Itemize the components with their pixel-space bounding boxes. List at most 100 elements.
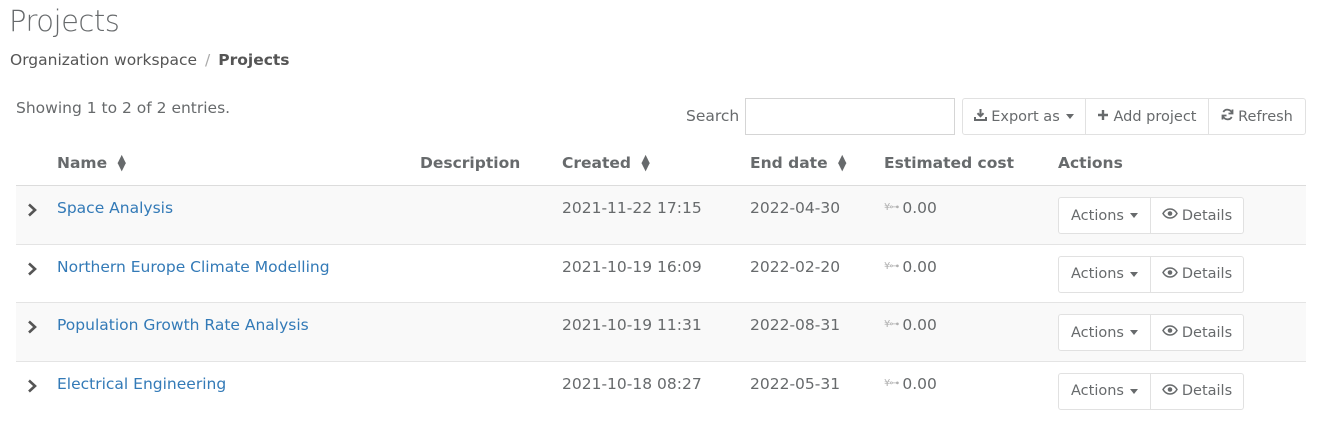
table-row: Electrical Engineering 2021-10-18 08:27 … xyxy=(16,362,1306,421)
project-cost-value: 0.00 xyxy=(902,374,937,393)
table-row: Northern Europe Climate Modelling 2021-1… xyxy=(16,245,1306,303)
chevron-right-icon xyxy=(26,378,38,394)
project-cost-value: 0.00 xyxy=(902,199,937,217)
caret-down-icon xyxy=(1065,114,1074,119)
actions-label: Actions xyxy=(1071,324,1124,341)
project-created-cell: 2021-10-19 11:31 xyxy=(562,316,702,334)
projects-table: Name ▲ ▼ Description Created ▲ ▼ End date … xyxy=(16,141,1306,420)
column-header-actions: Actions xyxy=(1058,154,1123,172)
actions-dropdown-button[interactable]: Actions xyxy=(1058,314,1151,351)
project-cost-cell: ¥⊶ 0.00 xyxy=(884,316,937,334)
expand-row-button[interactable] xyxy=(26,319,38,335)
column-header-description: Description xyxy=(420,154,520,172)
sort-icon: ▲ ▼ xyxy=(117,151,126,173)
expand-row-button[interactable] xyxy=(26,378,38,394)
chevron-right-icon xyxy=(26,202,38,218)
column-header-name-label: Name xyxy=(57,154,108,172)
project-name-cell: Population Growth Rate Analysis xyxy=(57,316,309,334)
currency-icon: ¥⊶ xyxy=(884,260,899,272)
column-header-created-label: Created xyxy=(562,154,632,172)
row-actions: Actions Details xyxy=(1058,314,1244,351)
breadcrumb-separator: / xyxy=(205,51,211,69)
details-label: Details xyxy=(1181,266,1233,282)
column-header-description-label: Description xyxy=(420,154,521,172)
sort-icon: ▲ ▼ xyxy=(838,151,847,173)
currency-icon: ¥⊶ xyxy=(884,377,899,389)
column-header-actions-label: Actions xyxy=(1058,154,1123,172)
chevron-right-icon xyxy=(26,261,38,277)
details-button[interactable]: Details xyxy=(1151,197,1244,234)
project-name-link[interactable]: Electrical Engineering xyxy=(57,375,226,393)
chevron-right-icon xyxy=(26,319,38,335)
actions-label: Actions xyxy=(1071,266,1124,282)
sort-icon: ▲ ▼ xyxy=(641,151,650,173)
project-name-link[interactable]: Space Analysis xyxy=(57,199,173,217)
actions-dropdown-button[interactable]: Actions xyxy=(1058,197,1151,234)
project-end-date-cell: 2022-08-31 xyxy=(750,316,841,334)
project-created-cell: 2021-10-18 08:27 xyxy=(562,374,702,393)
export-button[interactable]: Export as xyxy=(962,98,1086,135)
caret-down-icon xyxy=(1129,213,1138,218)
column-header-created[interactable]: Created ▲ ▼ xyxy=(562,151,650,173)
project-created-cell: 2021-10-19 16:09 xyxy=(562,257,702,276)
project-name-cell: Space Analysis xyxy=(57,199,173,217)
download-icon xyxy=(974,108,988,125)
toolbar: Export as Add project Refresh xyxy=(962,98,1306,135)
details-label: Details xyxy=(1181,207,1233,224)
breadcrumb: Organization workspace / Projects xyxy=(10,51,290,69)
project-end-date-cell: 2022-04-30 xyxy=(750,199,841,217)
add-project-button[interactable]: Add project xyxy=(1086,98,1209,135)
eye-icon xyxy=(1161,383,1178,399)
add-project-label: Add project xyxy=(1113,108,1197,125)
row-actions: Actions Details xyxy=(1058,197,1244,234)
search-input[interactable] xyxy=(745,98,955,135)
table-header: Name ▲ ▼ Description Created ▲ ▼ End date … xyxy=(16,141,1306,186)
project-name-link[interactable]: Northern Europe Climate Modelling xyxy=(57,258,330,276)
search-label: Search xyxy=(686,107,740,125)
actions-dropdown-button[interactable]: Actions xyxy=(1058,372,1151,410)
actions-dropdown-button[interactable]: Actions xyxy=(1058,255,1151,293)
row-actions: Actions Details xyxy=(1058,372,1244,410)
project-end-date-cell: 2022-02-20 xyxy=(750,257,841,276)
expand-row-button[interactable] xyxy=(26,261,38,277)
details-button[interactable]: Details xyxy=(1151,314,1244,351)
refresh-button[interactable]: Refresh xyxy=(1209,98,1306,135)
column-header-estimated-cost-label: Estimated cost xyxy=(884,154,1015,172)
column-header-end-date[interactable]: End date ▲ ▼ xyxy=(750,151,847,173)
project-cost-cell: ¥⊶ 0.00 xyxy=(884,375,937,393)
breadcrumb-parent[interactable]: Organization workspace xyxy=(10,51,197,69)
project-cost-value: 0.00 xyxy=(902,257,937,276)
project-end-date-cell: 2022-05-31 xyxy=(750,374,841,393)
caret-down-icon xyxy=(1129,330,1138,335)
actions-label: Actions xyxy=(1071,207,1124,224)
currency-icon: ¥⊶ xyxy=(884,202,899,213)
project-name-cell: Northern Europe Climate Modelling xyxy=(57,258,330,276)
column-header-name[interactable]: Name ▲ ▼ xyxy=(57,151,126,173)
details-label: Details xyxy=(1181,324,1233,341)
currency-icon: ¥⊶ xyxy=(884,319,899,330)
project-name-cell: Electrical Engineering xyxy=(57,375,226,393)
project-name-link[interactable]: Population Growth Rate Analysis xyxy=(57,316,309,334)
project-cost-cell: ¥⊶ 0.00 xyxy=(884,258,937,276)
breadcrumb-current: Projects xyxy=(218,51,290,69)
expand-row-button[interactable] xyxy=(26,202,38,218)
table-info: Showing 1 to 2 of 2 entries. xyxy=(16,99,231,117)
row-actions: Actions Details xyxy=(1058,255,1244,293)
details-button[interactable]: Details xyxy=(1151,372,1244,410)
caret-down-icon xyxy=(1129,271,1138,277)
table-row: Population Growth Rate Analysis 2021-10-… xyxy=(16,303,1306,362)
details-label: Details xyxy=(1181,383,1233,399)
caret-down-icon xyxy=(1129,388,1138,394)
project-cost-value: 0.00 xyxy=(902,316,937,334)
eye-icon xyxy=(1161,208,1178,223)
table-row: Space Analysis 2021-11-22 17:15 2022-04-… xyxy=(16,186,1306,245)
details-button[interactable]: Details xyxy=(1151,255,1244,293)
page-title: Projects xyxy=(9,4,120,38)
refresh-icon xyxy=(1221,108,1234,125)
export-label: Export as xyxy=(991,108,1060,125)
project-created-cell: 2021-11-22 17:15 xyxy=(562,199,702,217)
actions-label: Actions xyxy=(1071,383,1124,399)
eye-icon xyxy=(1161,266,1178,282)
eye-icon xyxy=(1161,325,1178,340)
project-cost-cell: ¥⊶ 0.00 xyxy=(884,199,937,217)
